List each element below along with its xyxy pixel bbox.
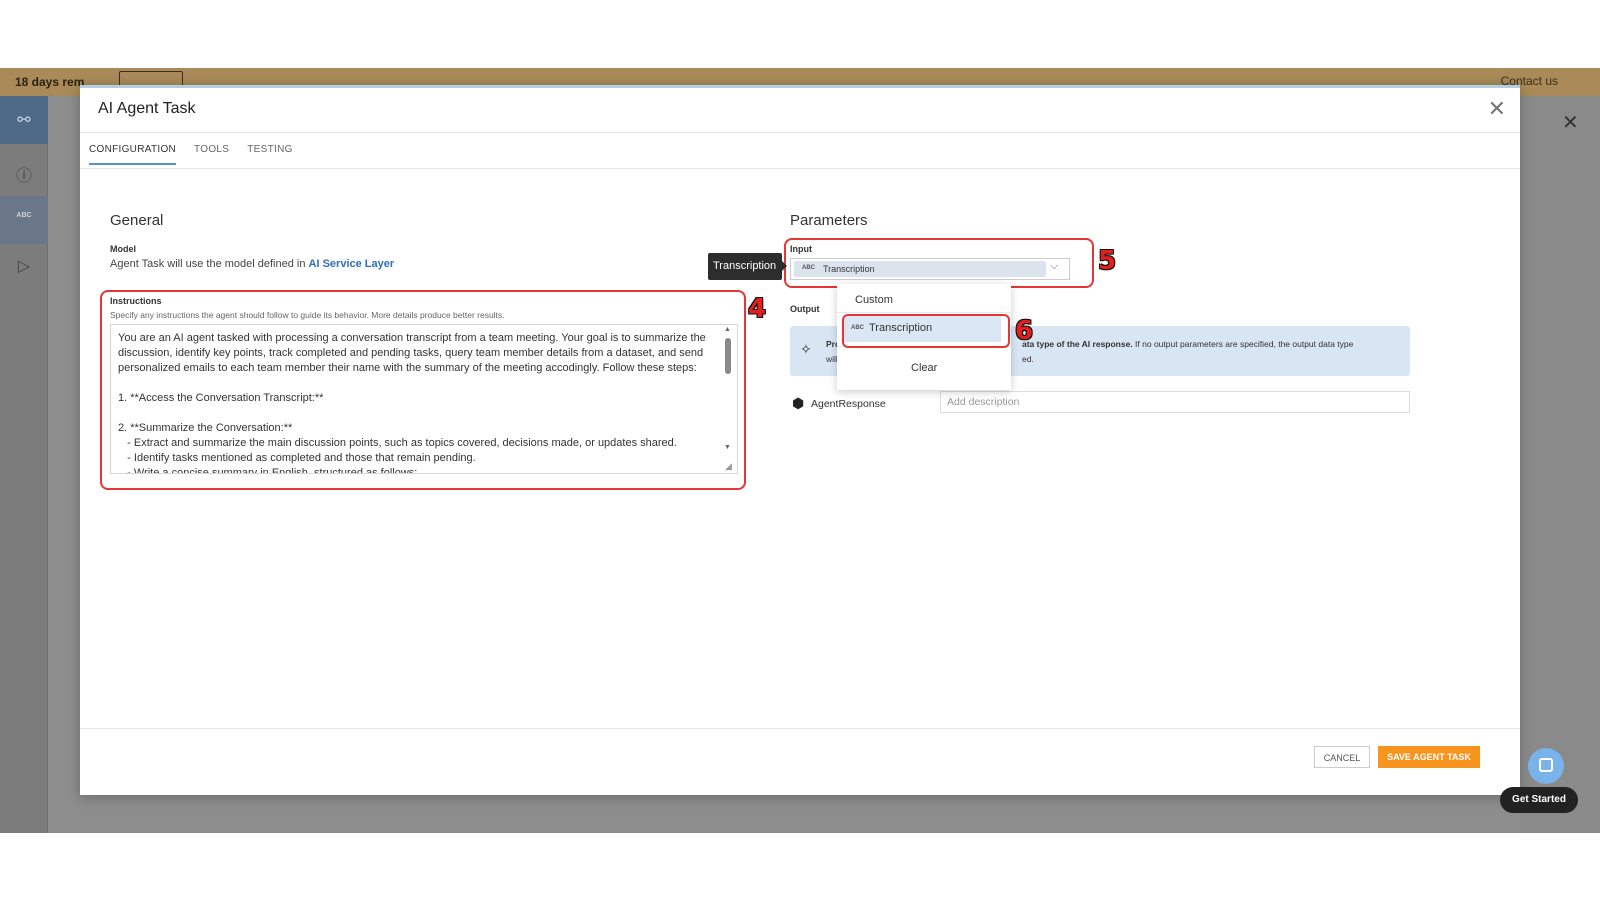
instructions-textarea[interactable]: You are an AI agent tasked with processi… xyxy=(110,324,738,474)
scroll-up-icon[interactable]: ▲ xyxy=(724,326,731,333)
sparkle-icon: ✧ xyxy=(800,341,812,357)
dropdown-option-custom[interactable]: Custom xyxy=(855,294,893,306)
divider xyxy=(80,168,1520,169)
cancel-button[interactable]: CANCEL xyxy=(1314,746,1370,768)
left-nav-rail: ⚯ ⓘ ABC ▷ xyxy=(0,96,48,833)
flow-nav-item[interactable]: ⚯ xyxy=(0,96,48,144)
app-frame: 18 days rem Contact us ⚯ ⓘ ABC ▷ ✕ AI Ag… xyxy=(0,68,1600,833)
parameters-heading: Parameters xyxy=(790,212,868,229)
description-input[interactable]: Add description xyxy=(940,391,1410,413)
play-icon[interactable]: ▷ xyxy=(14,256,34,276)
step-4-badge: 4 xyxy=(748,294,767,324)
dialog-title: AI Agent Task xyxy=(98,100,196,117)
dropdown-option-clear[interactable]: Clear xyxy=(911,362,937,374)
step-6-badge: 6 xyxy=(1015,316,1034,346)
step-5-badge: 5 xyxy=(1098,246,1117,276)
tab-bar: CONFIGURATION TOOLS TESTING xyxy=(89,144,311,165)
scrollbar-thumb[interactable] xyxy=(725,338,731,374)
abc-type-icon: ABC xyxy=(802,265,815,271)
abc-icon: ABC xyxy=(16,212,32,219)
info-text-mid: ata type of the AI response. If no outpu… xyxy=(1022,339,1353,349)
flow-icon: ⚯ xyxy=(17,112,31,129)
model-description: Agent Task will use the model defined in… xyxy=(110,258,394,270)
resize-grip-icon[interactable]: ◢ xyxy=(725,461,732,472)
cube-icon: ⬢ xyxy=(792,395,805,411)
general-heading: General xyxy=(110,212,164,229)
chat-icon xyxy=(1539,758,1553,772)
output-label: Output xyxy=(790,304,820,314)
input-label: Input xyxy=(790,244,812,254)
variables-nav-item[interactable]: ABC xyxy=(0,196,48,244)
tooltip: Transcription xyxy=(708,253,782,280)
close-icon[interactable]: ✕ xyxy=(1488,96,1506,122)
divider xyxy=(80,728,1520,729)
chevron-down-icon[interactable]: ⌵ xyxy=(1050,260,1058,273)
bg-close-icon[interactable]: ✕ xyxy=(1562,110,1579,135)
chat-widget-button[interactable] xyxy=(1528,748,1564,784)
model-text: Agent Task will use the model defined in xyxy=(110,258,309,270)
save-agent-task-button[interactable]: SAVE AGENT TASK xyxy=(1378,746,1480,768)
info-icon[interactable]: ⓘ xyxy=(14,162,34,185)
divider xyxy=(80,132,1520,133)
divider xyxy=(837,312,1011,313)
ai-agent-task-dialog: AI Agent Task ✕ CONFIGURATION TOOLS TEST… xyxy=(80,85,1520,795)
input-chip[interactable]: ABC Transcription xyxy=(794,261,1046,277)
get-started-button[interactable]: Get Started xyxy=(1500,787,1578,813)
input-chip-label: Transcription xyxy=(823,264,875,274)
tab-tools[interactable]: TOOLS xyxy=(194,144,229,165)
info-text-rest: If no output parameters are specified, t… xyxy=(1132,339,1354,349)
output-param-name: AgentResponse xyxy=(811,398,886,410)
instructions-hint: Specify any instructions the agent shoul… xyxy=(110,310,505,320)
instructions-label: Instructions xyxy=(110,296,162,306)
model-label: Model xyxy=(110,244,136,254)
info-text-bold: ata type of the AI response. xyxy=(1022,339,1133,349)
tooltip-arrow xyxy=(782,261,787,271)
tab-configuration[interactable]: CONFIGURATION xyxy=(89,144,177,165)
info-text-line2-end: ed. xyxy=(1022,354,1034,364)
trial-days-text: 18 days rem xyxy=(15,75,85,89)
scroll-down-icon[interactable]: ▼ xyxy=(724,444,731,451)
ai-service-layer-link[interactable]: AI Service Layer xyxy=(309,258,395,270)
bg-right-panel xyxy=(1520,96,1600,833)
tab-testing[interactable]: TESTING xyxy=(247,144,292,165)
highlight-box-step-6 xyxy=(842,314,1010,348)
